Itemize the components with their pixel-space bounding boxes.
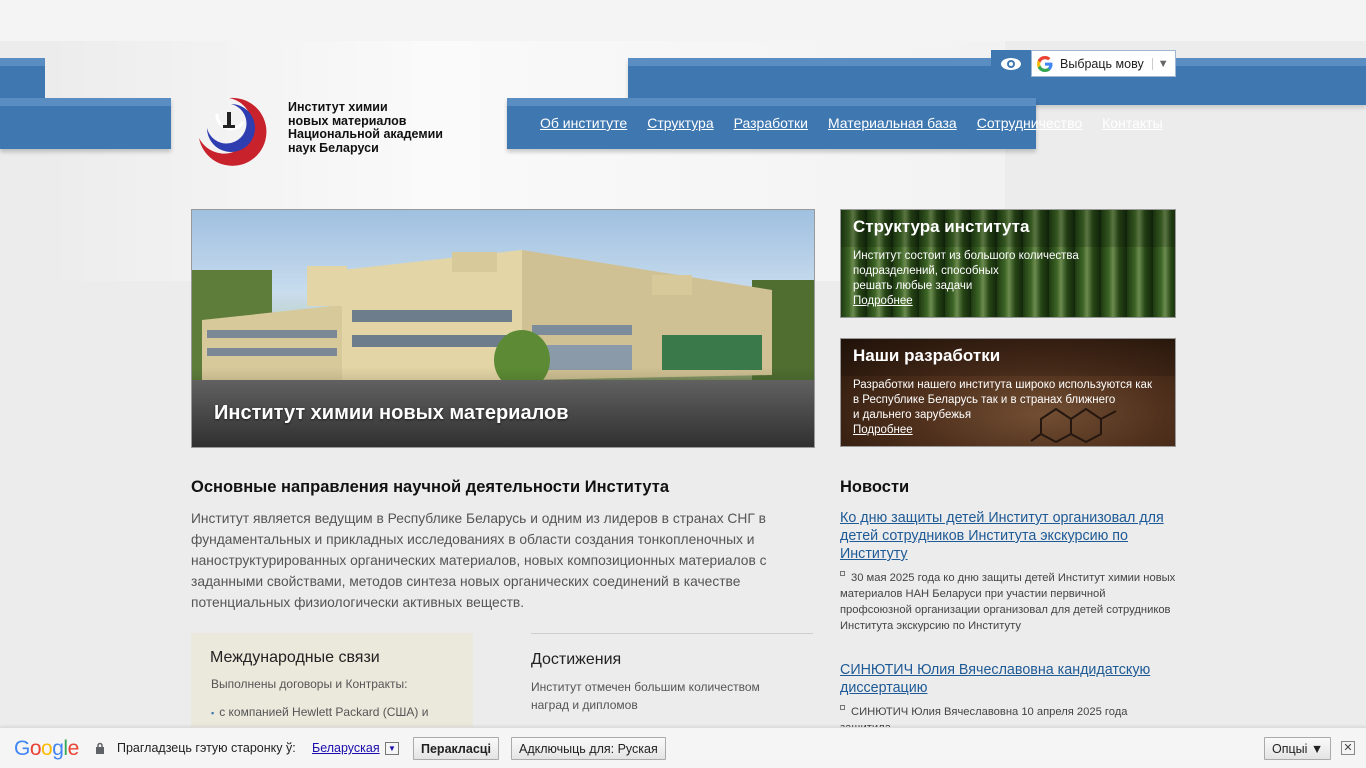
main-paragraph: Институт является ведущим в Республике Б… — [191, 511, 767, 610]
chevron-down-icon[interactable]: ▼ — [385, 742, 399, 755]
developments-card-description: Разработки нашего института широко испол… — [853, 378, 1173, 423]
logo-line-3: Национальной академии — [288, 127, 443, 141]
hero-caption: Институт химии новых материалов — [214, 402, 569, 424]
news-item-title[interactable]: СИНЮТИЧ Юлия Вячеславовна кандидатскую д… — [840, 661, 1180, 697]
structure-card-description: Институт состоит из большого количества … — [853, 249, 1173, 294]
developments-card-desc-line: в Республике Беларусь так и в странах бл… — [853, 394, 1116, 406]
structure-card-desc-line: решать любые задачи — [853, 280, 973, 292]
close-icon[interactable]: ✕ — [1341, 741, 1355, 755]
nav-material-base[interactable]: Материальная база — [828, 115, 957, 131]
international-list-item: с компанией Hewlett Packard (США) и — [211, 705, 428, 719]
news-item-body: 30 мая 2025 года ко дню защиты детей Инс… — [840, 572, 1176, 632]
news-item-text: 30 мая 2025 года ко дню защиты детей Инс… — [840, 570, 1180, 634]
page-top-strip — [0, 0, 1366, 41]
header-band-left-upper — [0, 58, 45, 99]
bullet-icon — [840, 571, 845, 576]
achievements-box: Достижения Институт отмечен большим коли… — [531, 633, 813, 712]
structure-card-title: Структура института — [853, 217, 1030, 236]
language-select-widget[interactable]: Выбраць мову ▼ — [1031, 50, 1176, 77]
nav-developments[interactable]: Разработки — [734, 115, 808, 131]
developments-more-link[interactable]: Подробнее — [853, 424, 913, 436]
news-item-title[interactable]: Ко дню защиты детей Институт организовал… — [840, 509, 1180, 563]
news-heading: Новости — [840, 478, 910, 496]
accessibility-eye-button[interactable] — [991, 50, 1031, 78]
achievements-heading[interactable]: Достижения — [531, 651, 621, 669]
chevron-down-icon: ▼ — [1151, 57, 1169, 70]
developments-card-desc-line: и дальнего зарубежья — [853, 409, 972, 421]
developments-card-title: Наши разработки — [853, 346, 1001, 365]
translate-button[interactable]: Перакласці — [413, 737, 499, 760]
logo-line-2: новых материалов — [288, 113, 407, 128]
structure-card[interactable]: Структура института Институт состоит из … — [840, 209, 1176, 318]
developments-card[interactable]: Наши разработки Разработки нашего инстит… — [840, 338, 1176, 447]
target-language-link[interactable]: Беларуская — [312, 741, 380, 755]
structure-card-desc-line: подразделений, способных — [853, 265, 999, 277]
nav-contacts[interactable]: Контакты — [1102, 115, 1162, 131]
disable-translate-button[interactable]: Адключыць для: Руская — [511, 737, 666, 760]
google-logo: Google — [14, 737, 79, 760]
logo-title[interactable]: Институт химии новых материалов Национал… — [288, 100, 468, 155]
eye-icon — [1001, 58, 1021, 70]
bullet-icon — [840, 705, 845, 710]
logo-line-1: Институт химии — [288, 100, 388, 114]
translate-prompt: Прагладзець гэтую старонку ў: — [117, 741, 296, 755]
nav-structure[interactable]: Структура — [647, 115, 713, 131]
achievements-text: Институт отмечен большим количеством наг… — [531, 680, 760, 712]
structure-more-link[interactable]: Подробнее — [853, 295, 913, 307]
main-nav: Об институте Структура Разработки Матери… — [540, 115, 1163, 131]
language-select-label: Выбраць мову — [1060, 56, 1144, 71]
lock-icon — [96, 742, 104, 754]
nav-cooperation[interactable]: Сотрудничество — [977, 115, 1082, 131]
international-heading[interactable]: Международные связи — [210, 649, 380, 667]
header-band-left-lower — [0, 98, 171, 149]
main-heading: Основные направления научной деятельност… — [191, 478, 670, 496]
institute-logo[interactable] — [187, 94, 277, 168]
google-translate-bar: Google Прагладзець гэтую старонку ў: Бел… — [0, 727, 1366, 768]
options-button[interactable]: Опцыі ▼ — [1264, 737, 1332, 760]
international-relations-box: Международные связи Выполнены договоры и… — [191, 633, 473, 733]
logo-emblem-icon — [199, 97, 267, 166]
structure-card-desc-line: Институт состоит из большого количества — [853, 250, 1079, 262]
nav-about[interactable]: Об институте — [540, 115, 627, 131]
developments-card-desc-line: Разработки нашего института широко испол… — [853, 379, 1152, 391]
logo-line-4: наук Беларуси — [288, 140, 379, 155]
hero-banner[interactable]: Институт химии новых материалов — [191, 209, 815, 448]
google-g-icon — [1037, 55, 1053, 72]
international-subtitle: Выполнены договоры и Контракты: — [211, 677, 408, 691]
